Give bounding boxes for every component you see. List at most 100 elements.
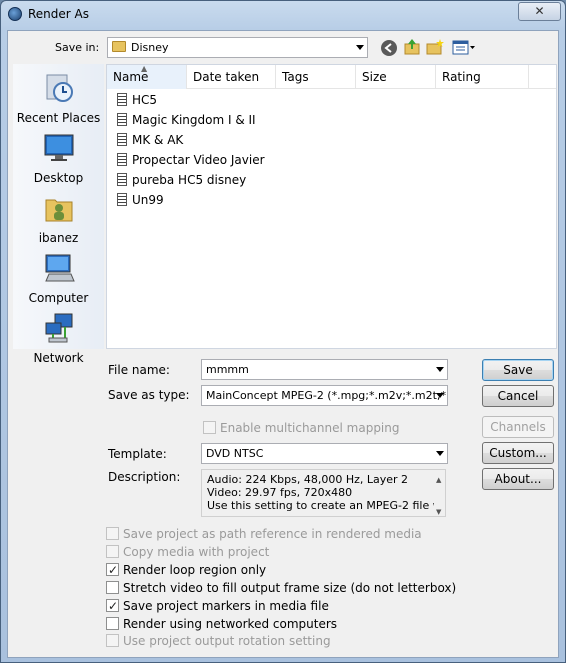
save-in-dropdown[interactable]: Disney [107, 37, 368, 58]
save-button[interactable]: Save [482, 359, 554, 381]
chevron-down-icon[interactable] [436, 367, 444, 372]
video-file-icon [117, 113, 127, 126]
file-item[interactable]: HC5 [117, 90, 157, 110]
recent-places-icon [46, 74, 73, 102]
save-as-type-label: Save as type: [108, 388, 190, 402]
title-bar[interactable]: Render As ✕ [1, 1, 565, 29]
window-title: Render As [28, 7, 89, 21]
template-label: Template: [108, 447, 167, 461]
template-dropdown[interactable]: DVD NTSC [201, 443, 448, 464]
checkbox-label: Save project as path reference in render… [123, 527, 422, 541]
folder-icon [112, 41, 126, 52]
render-as-dialog: Render As ✕ Save in: Disney Recent Place… [0, 0, 566, 663]
file-item[interactable]: Un99 [117, 190, 164, 210]
file-item[interactable]: Propectar Video Javier [117, 150, 265, 170]
column-rating[interactable]: Rating [436, 65, 529, 89]
checkbox-box [106, 581, 119, 594]
app-icon [8, 7, 22, 21]
option-save-markers[interactable]: Save project markers in media file [106, 598, 329, 614]
column-name[interactable]: ▲ Name [107, 64, 187, 89]
checkbox-box [106, 545, 119, 558]
option-networked-render[interactable]: Render using networked computers [106, 616, 337, 632]
save-in-value: Disney [131, 41, 169, 54]
file-item[interactable]: MK & AK [117, 130, 183, 150]
place-label: ibanez [38, 231, 79, 245]
column-size[interactable]: Size [356, 65, 436, 89]
file-list[interactable]: ▲ Name Date taken Tags Size Rating HC5 M… [106, 64, 557, 349]
network-icon [45, 313, 72, 343]
save-in-label: Save in: [55, 41, 100, 54]
column-headers: ▲ Name Date taken Tags Size Rating [107, 64, 556, 89]
checkbox-label: Use project output rotation setting [123, 634, 331, 648]
checkbox-label: Stretch video to fill output frame size … [123, 581, 457, 595]
dialog-body: Save in: Disney Recent Places Desktop ib… [7, 30, 559, 658]
column-tags[interactable]: Tags [276, 65, 356, 89]
option-output-rotation[interactable]: Use project output rotation setting [106, 633, 331, 649]
desktop-icon [44, 134, 73, 161]
column-label: Date taken [193, 70, 260, 84]
file-name: pureba HC5 disney [132, 173, 247, 187]
column-label: Tags [282, 70, 309, 84]
checkbox-box [106, 562, 119, 578]
back-icon[interactable] [380, 39, 398, 57]
checkbox-box [106, 598, 119, 614]
file-name-value: mmmm [206, 363, 249, 376]
option-save-path-reference[interactable]: Save project as path reference in render… [106, 526, 422, 542]
column-date-taken[interactable]: Date taken [187, 65, 276, 89]
checkbox-box [203, 421, 216, 434]
checkbox-label: Copy media with project [123, 545, 270, 559]
about-button[interactable]: About... [482, 468, 554, 490]
checkbox-label: Enable multichannel mapping [220, 421, 400, 435]
multichannel-checkbox[interactable]: Enable multichannel mapping [203, 420, 400, 436]
description-label: Description: [108, 470, 181, 484]
column-label: Size [362, 70, 387, 84]
close-button[interactable]: ✕ [518, 2, 561, 21]
sort-ascending-icon: ▲ [141, 64, 148, 73]
place-desktop[interactable]: Desktop [13, 132, 104, 185]
description-scrollbar[interactable]: ▲ ▼ [434, 470, 445, 516]
video-file-icon [117, 173, 127, 186]
option-copy-media[interactable]: Copy media with project [106, 544, 269, 560]
place-ibanez[interactable]: ibanez [13, 192, 104, 245]
place-network[interactable]: Network [13, 312, 104, 365]
file-item[interactable]: pureba HC5 disney [117, 170, 246, 190]
description-line: Use this setting to create an MPEG-2 fil… [207, 499, 446, 512]
option-stretch-video[interactable]: Stretch video to fill output frame size … [106, 580, 456, 596]
custom-button[interactable]: Custom... [482, 442, 554, 464]
place-label: Desktop [33, 171, 84, 185]
template-value: DVD NTSC [206, 447, 264, 460]
file-item[interactable]: Magic Kingdom I & II [117, 110, 256, 130]
place-computer[interactable]: Computer [13, 252, 104, 305]
up-folder-icon[interactable] [403, 38, 421, 56]
video-file-icon [117, 153, 127, 166]
scroll-up-icon[interactable]: ▲ [436, 474, 441, 487]
option-render-loop-region[interactable]: Render loop region only [106, 562, 266, 578]
file-name-input[interactable]: mmmm [201, 359, 448, 380]
place-recent-places[interactable]: Recent Places [13, 72, 104, 125]
file-name: Magic Kingdom I & II [132, 113, 256, 127]
place-label: Recent Places [16, 111, 101, 125]
place-label: Network [33, 351, 84, 365]
checkbox-label: Save project markers in media file [123, 599, 329, 613]
video-file-icon [117, 93, 127, 106]
chevron-down-icon [356, 45, 364, 50]
description-box[interactable]: Audio: 224 Kbps, 48,000 Hz, Layer 2 Vide… [201, 469, 446, 517]
file-name: Propectar Video Javier [132, 153, 265, 167]
new-folder-icon[interactable] [426, 38, 444, 56]
checkbox-box [106, 617, 119, 630]
checkbox-label: Render using networked computers [123, 617, 338, 631]
checkbox-box [106, 634, 119, 647]
file-name-label: File name: [108, 363, 170, 377]
file-name: Un99 [132, 193, 164, 207]
view-menu-icon[interactable] [452, 39, 476, 57]
cancel-button[interactable]: Cancel [482, 385, 554, 407]
file-name: MK & AK [132, 133, 184, 147]
save-as-type-dropdown[interactable]: MainConcept MPEG-2 (*.mpg;*.m2v;*.m2t;*.… [201, 385, 448, 406]
computer-icon [44, 254, 75, 282]
video-file-icon [117, 193, 127, 206]
places-bar: Recent Places Desktop ibanez Computer Ne… [13, 64, 104, 365]
scroll-down-icon[interactable]: ▼ [436, 506, 441, 516]
video-file-icon [117, 133, 127, 146]
channels-button[interactable]: Channels [482, 416, 554, 438]
save-as-type-value: MainConcept MPEG-2 (*.mpg;*.m2v;*.m2t;*.… [206, 389, 448, 402]
